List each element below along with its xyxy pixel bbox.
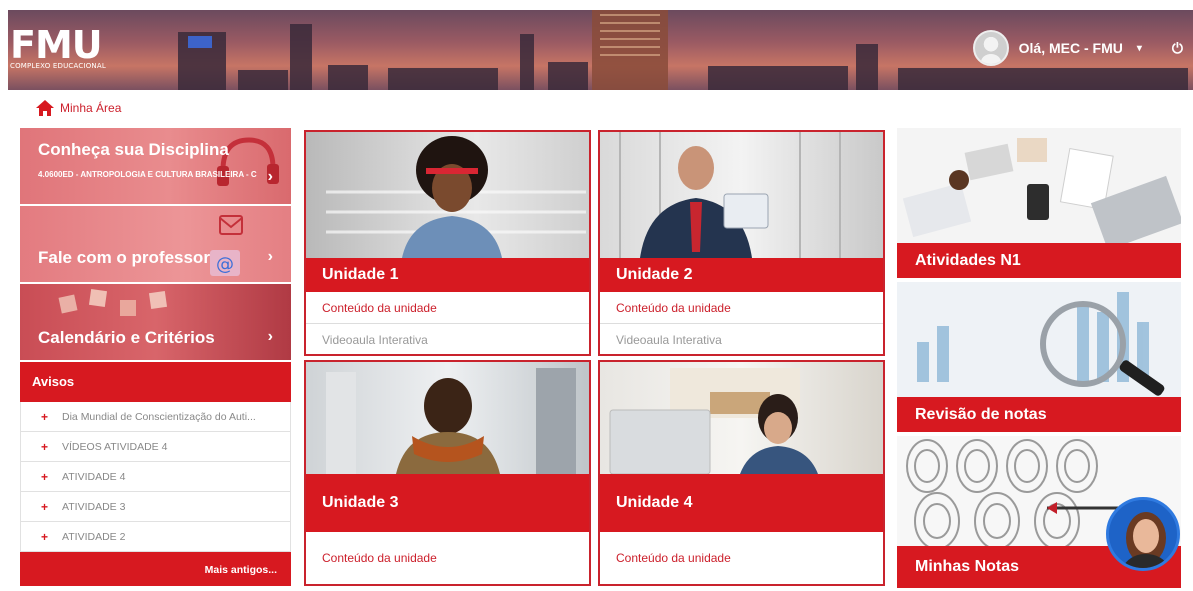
unit-4-conteudo-link[interactable]: Conteúdo da unidade (600, 532, 883, 584)
user-menu[interactable]: Olá, MEC - FMU ▾ ⏻ (972, 30, 1183, 66)
fale-professor-title: Fale com o professor (38, 248, 210, 267)
calendario-tile[interactable]: Calendário e Critérios › (20, 284, 291, 360)
conheca-disciplina-tile[interactable]: Conheça sua Disciplina 4.0600ED - ANTROP… (20, 128, 291, 204)
home-icon (36, 100, 54, 116)
unit-1-conteudo-link[interactable]: Conteúdo da unidade (306, 292, 589, 324)
left-column: Conheça sua Disciplina 4.0600ED - ANTROP… (20, 128, 291, 586)
unit-4-title: Unidade 4 (600, 474, 883, 532)
unit-1-videoaula-link[interactable]: Videoaula Interativa (306, 324, 589, 354)
virtual-assistant-button[interactable] (1106, 497, 1180, 571)
unit-3-title: Unidade 3 (306, 474, 589, 532)
aviso-text[interactable]: VÍDEOS ATIVIDADE 4 (62, 441, 167, 453)
breadcrumb[interactable]: Minha Área (36, 100, 121, 116)
fmu-logo[interactable]: FMU COMPLEXO EDUCACIONAL (10, 26, 106, 70)
list-item[interactable]: + ATIVIDADE 4 (20, 462, 291, 492)
chevron-right-icon: › (267, 328, 273, 345)
unit-3-conteudo-link[interactable]: Conteúdo da unidade (306, 532, 589, 584)
unit-2-videoaula-link[interactable]: Videoaula Interativa (600, 324, 883, 354)
logo-text: FMU (10, 23, 103, 67)
fale-professor-tile[interactable]: @ Fale com o professor › (20, 206, 291, 282)
aviso-text[interactable]: ATIVIDADE 3 (62, 501, 125, 513)
plus-icon: + (41, 469, 49, 484)
calendar-blocks-image (58, 288, 168, 316)
breadcrumb-minha-area[interactable]: Minha Área (60, 101, 121, 115)
plus-icon: + (41, 529, 49, 544)
unit-card-1[interactable]: Unidade 1 Conteúdo da unidade Videoaula … (304, 130, 591, 356)
user-avatar[interactable] (972, 30, 1009, 66)
plus-icon: + (41, 499, 49, 514)
unit-3-photo (306, 362, 589, 474)
unit-4-photo (600, 362, 883, 474)
aviso-text[interactable]: ATIVIDADE 2 (62, 531, 125, 543)
list-item[interactable]: + ATIVIDADE 2 (20, 522, 291, 552)
revisao-notas-label: Revisão de notas (897, 397, 1181, 432)
user-greeting[interactable]: Olá, MEC - FMU (1019, 40, 1123, 56)
plus-icon: + (41, 439, 49, 454)
revisao-notas-tile[interactable]: Revisão de notas (897, 282, 1181, 432)
avisos-header: Avisos (20, 362, 291, 402)
calendario-title: Calendário e Critérios (38, 328, 215, 347)
list-item[interactable]: + ATIVIDADE 3 (20, 492, 291, 522)
disciplina-code: 4.0600ED - ANTROPOLOGIA E CULTURA BRASIL… (38, 170, 257, 179)
chevron-right-icon: › (267, 248, 273, 265)
logo-subtitle: COMPLEXO EDUCACIONAL (10, 62, 106, 70)
power-icon[interactable]: ⏻ (1172, 40, 1183, 57)
disciplina-title: Conheça sua Disciplina (38, 140, 229, 159)
list-item[interactable]: + VÍDEOS ATIVIDADE 4 (20, 432, 291, 462)
unit-card-2[interactable]: Unidade 2 Conteúdo da unidade Videoaula … (598, 130, 885, 356)
magnifier-chart-image (917, 292, 1165, 396)
unit-2-conteudo-link[interactable]: Conteúdo da unidade (600, 292, 883, 324)
unit-card-3[interactable]: Unidade 3 Conteúdo da unidade (304, 360, 591, 586)
atividades-n1-tile[interactable]: Atividades N1 (897, 128, 1181, 278)
list-item[interactable]: + Dia Mundial de Conscientização do Auti.… (20, 402, 291, 432)
businessman-photo (619, 132, 841, 258)
desk-items-image (902, 138, 1181, 251)
unit-1-photo (306, 132, 589, 258)
computer-user-photo (609, 368, 818, 474)
envelope-icon: @ (210, 215, 243, 276)
aviso-text[interactable]: Dia Mundial de Conscientização do Auti..… (62, 411, 256, 423)
header-banner: FMU COMPLEXO EDUCACIONAL Olá, MEC - FMU … (8, 10, 1193, 90)
chevron-down-icon[interactable]: ▾ (1137, 43, 1142, 54)
unit-1-title: Unidade 1 (306, 258, 589, 292)
smiling-man-photo (326, 368, 576, 474)
aviso-text[interactable]: ATIVIDADE 4 (62, 471, 125, 483)
student-photo (326, 136, 586, 258)
plus-icon: + (41, 409, 49, 424)
unit-2-title: Unidade 2 (600, 258, 883, 292)
atividades-n1-label: Atividades N1 (897, 243, 1181, 278)
mais-antigos-button[interactable]: Mais antigos... (20, 552, 291, 586)
unit-2-photo (600, 132, 883, 258)
svg-text:@: @ (216, 254, 234, 275)
chevron-right-icon: › (267, 168, 273, 185)
unit-card-4[interactable]: Unidade 4 Conteúdo da unidade (598, 360, 885, 586)
